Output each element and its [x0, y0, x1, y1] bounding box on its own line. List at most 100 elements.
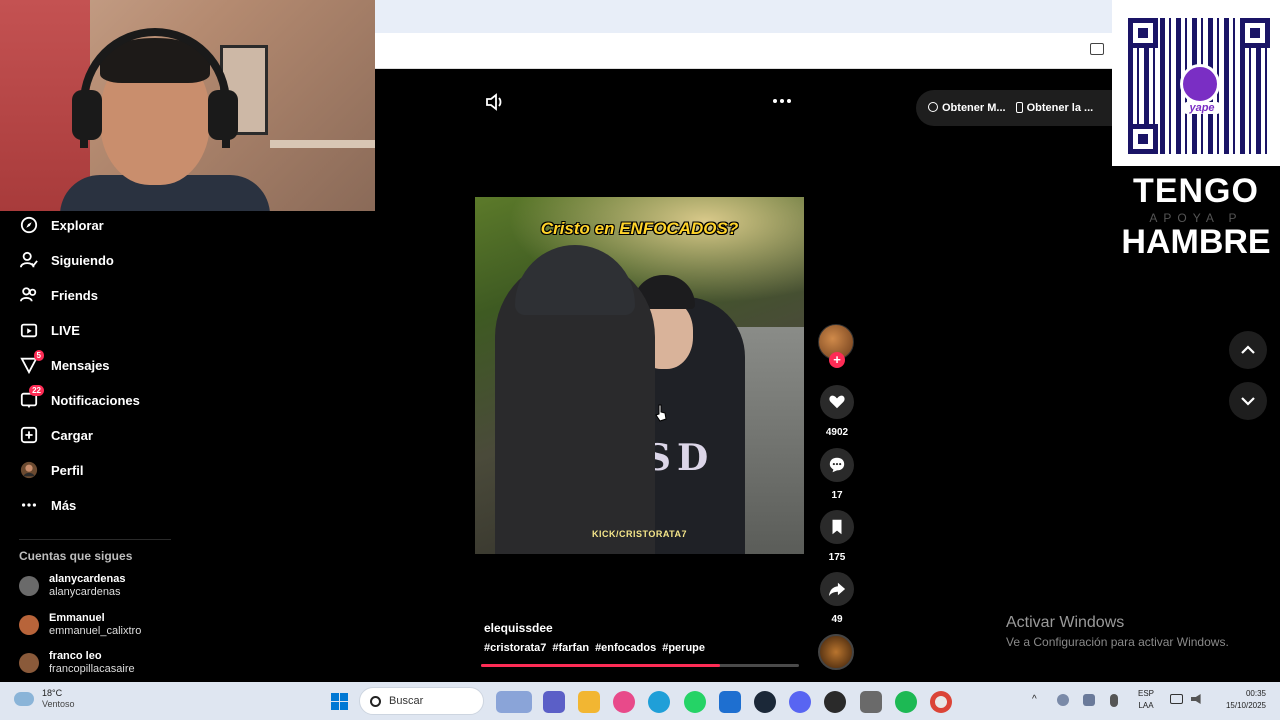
share-count: 49 — [831, 614, 843, 625]
tray-app-icon[interactable] — [1057, 694, 1069, 706]
store-icon[interactable] — [719, 691, 741, 713]
music-disc-icon[interactable] — [818, 634, 854, 670]
sidebar-item-notificaciones[interactable]: 22 Notificaciones — [19, 384, 140, 412]
heart-icon — [829, 395, 845, 409]
get-coins-label: Obtener M... — [942, 102, 1006, 114]
search-icon — [370, 695, 381, 707]
sidebar-item-mensajes[interactable]: 5 Mensajes — [19, 349, 110, 377]
sidebar-item-cargar[interactable]: Cargar — [19, 423, 93, 447]
account-name: Emmanuel — [49, 612, 105, 624]
sidebar-item-label: Notificaciones — [51, 392, 140, 408]
cast-icon[interactable] — [1090, 43, 1104, 55]
video-author[interactable]: elequissdee — [484, 621, 553, 635]
system-clock[interactable]: 00:35 15/10/2025 — [1216, 688, 1266, 712]
next-video-button[interactable] — [1229, 382, 1267, 420]
webcam-overlay — [0, 0, 375, 211]
obs-icon[interactable] — [824, 691, 846, 713]
save-count: 175 — [828, 552, 846, 563]
like-button[interactable] — [820, 385, 854, 419]
network-icon[interactable] — [1170, 694, 1183, 704]
video-more-options-icon[interactable] — [773, 99, 793, 105]
chevron-down-icon — [1241, 397, 1255, 406]
whatsapp-icon[interactable] — [684, 691, 706, 713]
sidebar-item-perfil[interactable]: Perfil — [19, 458, 84, 482]
spotify-icon[interactable] — [895, 691, 917, 713]
qr-finder-pattern — [1128, 124, 1158, 154]
chevron-up-icon — [1241, 345, 1255, 354]
sidebar-item-label: Friends — [51, 287, 98, 303]
calculator-icon[interactable] — [860, 691, 882, 713]
banner-line-1: TENGO — [1133, 172, 1259, 210]
sidebar-item-live[interactable]: LIVE — [19, 318, 80, 342]
comment-button[interactable] — [820, 448, 854, 482]
input-language[interactable]: ESP LAA — [1138, 688, 1154, 712]
volume-icon[interactable] — [485, 93, 505, 111]
video-title-overlay: Cristo en ENFOCADOS? — [540, 219, 739, 238]
activate-title: Activar Windows — [1006, 614, 1125, 631]
coin-icon — [928, 102, 938, 112]
following-account-item[interactable]: alanycardenas alanycardenas — [19, 573, 125, 599]
following-account-item[interactable]: franco leo francopillacasaire — [19, 650, 135, 676]
sidebar-item-mas[interactable]: Más — [19, 493, 76, 517]
hashtag-link[interactable]: #cristorata7 — [484, 642, 546, 654]
sidebar-item-friends[interactable]: Friends — [19, 283, 98, 307]
get-app-pill: Obtener M... Obtener la ... — [916, 90, 1112, 126]
more-icon — [19, 496, 38, 515]
sidebar-item-label: LIVE — [51, 322, 80, 338]
upload-icon — [19, 426, 38, 445]
video-player[interactable]: SD Cristo en ENFOCADOS? KICK/CRISTORATA7 — [475, 197, 804, 554]
file-explorer-icon[interactable] — [578, 691, 600, 713]
weather-temp: 18°C — [42, 688, 63, 698]
sidebar: Explorar Siguiendo Friends LIVE 5 Mensaj… — [0, 211, 375, 683]
tray-sync-icon[interactable] — [1083, 694, 1095, 706]
microphone-icon[interactable] — [1110, 694, 1118, 707]
edge-icon[interactable] — [648, 691, 670, 713]
teams-icon[interactable] — [543, 691, 565, 713]
widgets-icon[interactable] — [496, 691, 532, 713]
friends-icon — [19, 286, 38, 305]
browser-tab-strip — [375, 0, 1112, 33]
weather-icon — [14, 692, 34, 706]
sidebar-item-siguiendo[interactable]: Siguiendo — [19, 248, 114, 272]
steam-icon[interactable] — [754, 691, 776, 713]
browser-address-bar[interactable] — [375, 33, 1112, 69]
clock-date: 15/10/2025 — [1225, 701, 1266, 710]
get-app-button[interactable]: Obtener la ... — [1015, 102, 1093, 114]
discord-icon[interactable] — [789, 691, 811, 713]
hashtag-list: #cristorata7 #farfan #enfocados #perupe — [484, 642, 705, 654]
following-account-item[interactable]: Emmanuel emmanuel_calixtro — [19, 612, 141, 638]
sidebar-item-label: Mensajes — [51, 357, 110, 373]
save-button[interactable] — [820, 510, 854, 544]
follow-plus-button[interactable]: + — [829, 352, 845, 368]
like-count: 4902 — [825, 427, 849, 438]
video-progress-bar[interactable] — [481, 664, 799, 667]
messages-badge: 5 — [33, 349, 44, 361]
sidebar-item-label: Siguiendo — [51, 252, 114, 268]
video-progress-fill — [481, 664, 720, 667]
comment-icon — [829, 457, 845, 473]
sidebar-item-label: Cargar — [51, 427, 93, 443]
taskbar-search[interactable]: Buscar — [359, 687, 484, 715]
share-button[interactable] — [820, 572, 854, 606]
previous-video-button[interactable] — [1229, 331, 1267, 369]
account-name: alanycardenas — [49, 573, 126, 585]
notifications-icon: 22 — [19, 384, 44, 410]
language-code: ESP — [1138, 689, 1155, 698]
weather-widget[interactable]: 18°C Ventoso — [14, 688, 75, 710]
hashtag-link[interactable]: #enfocados — [595, 642, 656, 654]
hashtag-link[interactable]: #perupe — [662, 642, 705, 654]
get-coins-button[interactable]: Obtener M... — [928, 102, 1006, 114]
hashtag-link[interactable]: #farfan — [552, 642, 589, 654]
copilot-icon[interactable] — [613, 691, 635, 713]
activate-windows-watermark: Activar Windows Ve a Configuración para … — [1006, 614, 1229, 649]
tray-expand-icon[interactable]: ^ — [1032, 694, 1037, 705]
headset-ear-left — [72, 90, 102, 140]
windows-taskbar: 18°C Ventoso Buscar ^ ESP LAA 00:35 15/1… — [0, 682, 1280, 720]
speaker-icon[interactable] — [1191, 694, 1201, 704]
chrome-icon[interactable] — [930, 691, 952, 713]
bookmark-icon — [832, 519, 842, 535]
webcam-shelf — [270, 140, 375, 148]
sidebar-item-label: Perfil — [51, 462, 84, 478]
windows-start-icon[interactable] — [331, 693, 348, 710]
sidebar-item-explorar[interactable]: Explorar — [19, 213, 104, 237]
